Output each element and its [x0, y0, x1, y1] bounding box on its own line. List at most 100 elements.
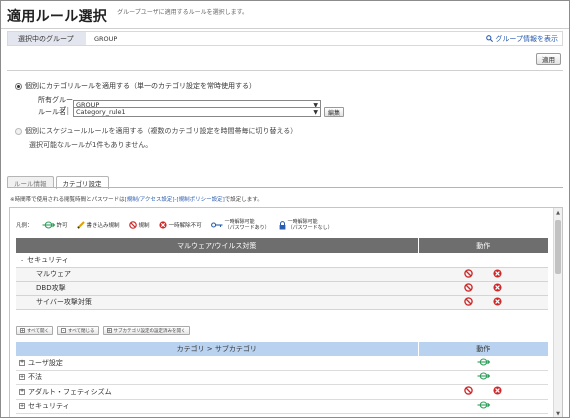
malware-row-label: DBD攻撃 — [16, 281, 418, 295]
scroll-up-icon[interactable]: ▲ — [554, 208, 562, 217]
category-panel: 凡例： 許可 書き込み規制 規制 一時解除不可 一時解除可能（パスワードあり） — [9, 207, 563, 417]
category-table-header: カテゴリ > サブカテゴリ 動作 — [16, 342, 548, 356]
legend-temp-release-nopassword-text: 一時解除可能 （パスワードなし） — [288, 219, 333, 231]
panel-scrollbar[interactable]: ▲ ▼ — [553, 208, 562, 417]
edit-rule-button[interactable]: 編集 — [324, 107, 345, 117]
table-row[interactable]: + セキュリティ — [16, 399, 548, 414]
rule-name-select[interactable]: Category_rule1 ▼ — [73, 107, 321, 117]
page-subtitle: グループユーザに適用するルールを選択します。 — [117, 9, 249, 16]
key-icon — [210, 221, 223, 229]
header-divider — [1, 28, 569, 29]
allow-icon[interactable] — [477, 401, 490, 411]
show-configured-button[interactable]: + サブカテゴリ設定の設定済みを開く — [102, 326, 190, 335]
plus-icon: + — [106, 327, 112, 334]
section-divider — [7, 70, 563, 71]
malware-group-row[interactable]: - セキュリティ — [16, 253, 548, 267]
category-table: カテゴリ > サブカテゴリ 動作 + ユーザ設定 + 不法 + アダルト・フェティシズ… — [16, 342, 548, 414]
malware-row-label: サイバー攻撃対策 — [16, 295, 418, 309]
expand-icon[interactable]: + — [19, 374, 25, 381]
option-category-rule[interactable]: 個別にカテゴリルールを適用する（単一のカテゴリ設定を常時使用する） — [15, 81, 256, 91]
legend-item-no-temp-release: 一時解除不可 — [158, 221, 202, 229]
category-row-actions — [418, 399, 548, 414]
allow-icon[interactable] — [477, 372, 490, 382]
category-row-label: ユーザ設定 — [28, 358, 63, 367]
option-schedule-rule: 個別にスケジュールルールを適用する（複数のカテゴリ設定を時間帯毎に切り替える） — [15, 126, 297, 136]
legend-temp-release-password-sub: （パスワードあり） — [224, 225, 270, 231]
no-temp-release-icon[interactable] — [493, 268, 502, 280]
block-icon[interactable] — [464, 268, 473, 280]
legend-item-block: 規制 — [128, 221, 150, 229]
block-icon[interactable] — [464, 386, 473, 397]
page-title: 適用ルール選択 — [7, 9, 108, 25]
expand-icon[interactable]: + — [19, 360, 25, 366]
category-header-label: カテゴリ > サブカテゴリ — [16, 342, 418, 356]
allow-icon[interactable] — [477, 358, 490, 368]
collapse-icon[interactable]: - — [21, 257, 23, 264]
legend-allow-label: 許可 — [56, 223, 68, 229]
category-row-cell: + ユーザ設定 — [16, 356, 418, 370]
malware-table: マルウェア/ウイルス対策 動作 - セキュリティ マルウェア DBD攻撃 サイバ… — [16, 238, 548, 310]
category-description: ※時間帯で使用される閲覧時間とパスワードは[規制/アクセス設定]-[規制ポリシー… — [10, 195, 263, 203]
selected-group-label: 選択中のグループ — [8, 32, 86, 45]
no-temp-release-icon[interactable] — [493, 386, 502, 397]
expand-icon[interactable]: + — [19, 403, 25, 410]
legend-item-write-restrict: 書き込み規制 — [76, 221, 120, 229]
show-group-info-link[interactable]: グループ情報を表示 — [486, 34, 558, 44]
minus-icon: - — [61, 327, 67, 334]
selected-group-bar: 選択中のグループ GROUP グループ情報を表示 — [7, 31, 563, 46]
expand-all-button[interactable]: + すべて開く — [16, 326, 54, 335]
collapse-all-button[interactable]: - すべて閉じる — [57, 326, 99, 335]
category-row-cell: + 不法 — [16, 370, 418, 385]
category-rule-radio[interactable] — [15, 82, 22, 90]
block-icon[interactable] — [464, 282, 473, 294]
schedule-rule-radio — [15, 127, 22, 135]
write-restrict-icon — [76, 221, 85, 229]
expand-icon[interactable]: + — [19, 389, 25, 395]
plus-icon: + — [20, 327, 25, 334]
malware-group-label: セキュリティ — [27, 255, 69, 264]
malware-group-cell: - セキュリティ — [16, 253, 418, 267]
description-after: で設定します。 — [224, 197, 263, 203]
rule-name-label: ルール名： — [38, 108, 73, 116]
magnifier-icon — [486, 35, 494, 42]
category-row-label: アダルト・フェティシズム — [28, 387, 112, 396]
table-row[interactable]: + 不法 — [16, 370, 548, 385]
legend: 凡例： 許可 書き込み規制 規制 一時解除不可 一時解除可能（パスワードあり） — [16, 219, 342, 231]
schedule-rule-label: 個別にスケジュールルールを適用する（複数のカテゴリ設定を時間帯毎に切り替える） — [25, 127, 298, 135]
category-rule-label: 個別にカテゴリルールを適用する（単一のカテゴリ設定を常時使用する） — [25, 82, 256, 90]
table-row[interactable]: + アダルト・フェティシズム — [16, 385, 548, 400]
table-row[interactable]: + ユーザ設定 — [16, 356, 548, 370]
table-row: サイバー攻撃対策 — [16, 295, 548, 309]
page-frame: 適用ルール選択 グループユーザに適用するルールを選択します。 選択中のグループ … — [0, 0, 570, 418]
category-row-label: セキュリティ — [28, 402, 70, 411]
legend-item-temp-release-password: 一時解除可能 （パスワードあり） — [210, 219, 270, 231]
no-temp-release-icon — [158, 221, 167, 229]
category-row-actions — [418, 385, 548, 400]
schedule-rule-note: 選択可能なルールが1件もありません。 — [29, 141, 153, 149]
no-temp-release-icon[interactable] — [493, 282, 502, 294]
chevron-down-icon: ▼ — [313, 109, 318, 116]
malware-row-label: マルウェア — [16, 267, 418, 281]
description-before: ※時間帯で使用される閲覧時間とパスワードは — [10, 197, 125, 203]
legend-title: 凡例： — [16, 223, 33, 229]
legend-item-allow: 許可 — [42, 221, 68, 229]
legend-temp-release-password-text: 一時解除可能 （パスワードあり） — [225, 219, 270, 231]
allow-icon — [42, 221, 55, 229]
show-group-info-label: グループ情報を表示 — [495, 34, 558, 43]
tab-divider — [7, 187, 563, 188]
block-icon — [128, 221, 137, 229]
malware-table-header: マルウェア/ウイルス対策 動作 — [16, 238, 548, 253]
lock-icon — [279, 220, 286, 230]
block-icon[interactable] — [464, 296, 473, 308]
malware-group-action — [418, 253, 548, 267]
category-row-cell: + セキュリティ — [16, 399, 418, 414]
table-row: DBD攻撃 — [16, 281, 548, 295]
no-temp-release-icon[interactable] — [493, 296, 502, 308]
rule-name-row: ルール名： Category_rule1 ▼ 編集 — [25, 107, 345, 117]
apply-button[interactable]: 適用 — [536, 53, 561, 65]
policy-settings-link[interactable]: [規制/アクセス設定]-[規制ポリシー設定] — [125, 197, 225, 203]
category-row-cell: + アダルト・フェティシズム — [16, 385, 418, 400]
scroll-thumb[interactable] — [555, 220, 561, 274]
legend-block-label: 規制 — [138, 223, 150, 229]
scroll-down-icon[interactable]: ▼ — [554, 409, 562, 417]
